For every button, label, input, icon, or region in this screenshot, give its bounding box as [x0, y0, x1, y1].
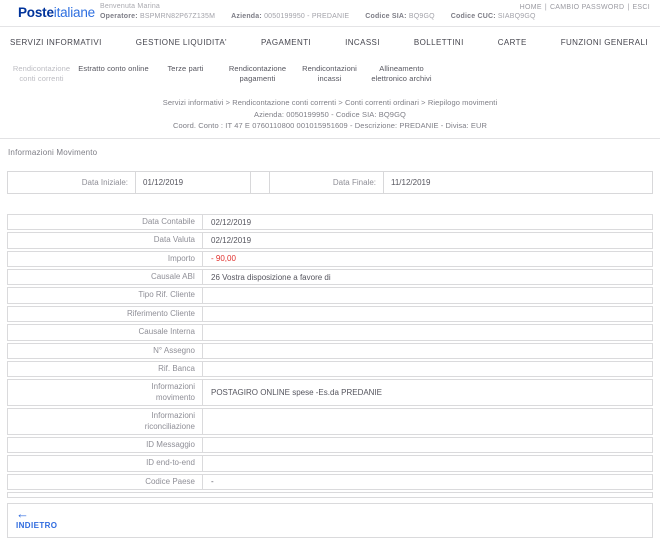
footer-box: ← INDIETRO — [7, 503, 653, 539]
row-label: Tipo Rif. Cliente — [8, 288, 203, 303]
row-label: Rif. Banca — [8, 362, 203, 377]
table-row-importo: Importo - 90,00 — [7, 250, 653, 268]
row-value: 26 Vostra disposizione a favore di — [211, 272, 331, 282]
link-separator: | — [544, 4, 547, 11]
row-label: ID end-to-end — [8, 456, 203, 471]
operator-value: BSPMRN82P67Z135M — [139, 13, 216, 20]
sia-code-value: BQ9GQ — [408, 13, 435, 20]
table-row-id-end-to-end: ID end-to-end — [7, 455, 653, 472]
page-title: Informazioni Movimento — [8, 147, 98, 157]
movement-details-table: Data Contabile 02/12/2019 Data Valuta 02… — [7, 213, 653, 491]
table-row-data-valuta: Data Valuta 02/12/2019 — [7, 232, 653, 249]
main-nav: SERVIZI INFORMATIVI GESTIONE LIQUIDITA' … — [0, 26, 660, 58]
back-button[interactable]: ← INDIETRO — [16, 506, 58, 531]
table-row-causale-abi: Causale ABI 26 Vostra disposizione a fav… — [7, 269, 653, 286]
header-links: HOME | CAMBIO PASSWORD | ESCI — [520, 4, 650, 11]
start-date-label: Data Iniziale: — [8, 171, 136, 193]
account-coordinates-line: Coord. Conto : IT 47 E 0760110800 001015… — [172, 121, 488, 131]
logo-text-light: italiane — [53, 5, 95, 20]
end-date-label: Data Finale: — [270, 171, 384, 193]
link-separator: | — [627, 4, 630, 11]
logout-link[interactable]: ESCI — [632, 4, 650, 11]
table-row-informazioni-riconciliazione: Informazioni riconciliazione — [7, 408, 653, 435]
row-value — [203, 344, 652, 358]
row-value — [203, 409, 652, 434]
nav-item-carte[interactable]: CARTE — [498, 38, 527, 47]
row-value — [203, 325, 652, 339]
nav-item-pagamenti[interactable]: PAGAMENTI — [261, 38, 311, 47]
nav-item-incassi[interactable]: INCASSI — [345, 38, 380, 47]
end-date-value: 11/12/2019 — [391, 177, 431, 187]
back-arrow-icon: ← — [16, 506, 29, 522]
row-value: 02/12/2019 — [211, 235, 252, 245]
table-row-codice-paese: Codice Paese - — [7, 473, 653, 491]
row-label: Informazioni riconciliazione — [8, 409, 203, 434]
operator-field: Operatore: BSPMRN82P67Z135M — [100, 13, 215, 20]
subnav-item-rendicontazione-conti-correnti[interactable]: Rendicontazione conti correnti — [6, 64, 77, 84]
table-row-id-messaggio: ID Messaggio — [7, 436, 653, 454]
subnav-item-rendicontazioni-incassi[interactable]: Rendicontazioni incassi — [294, 64, 365, 84]
row-value — [203, 307, 652, 321]
row-value — [203, 362, 652, 376]
row-value: POSTAGIRO ONLINE spese -Es.da PREDANIE — [211, 388, 383, 398]
date-filter-spacer-cell — [251, 171, 270, 193]
row-label: Data Valuta — [8, 233, 203, 248]
start-date-value: 01/12/2019 — [136, 171, 251, 193]
header: Posteitaliane Benvenuta Marina Operatore… — [0, 0, 660, 26]
row-value — [203, 456, 652, 470]
table-row-tipo-rif-cliente: Tipo Rif. Cliente — [7, 287, 653, 304]
table-row-data-contabile: Data Contabile 02/12/2019 — [7, 213, 653, 231]
company-field: Azienda: 0050199950 - PREDANIE — [231, 13, 349, 20]
change-password-link[interactable]: CAMBIO PASSWORD — [550, 4, 624, 11]
subnav-item-allineamento-elettronico-archivi[interactable]: Allineamento elettronico archivi — [366, 64, 437, 84]
nav-item-funzioni-generali[interactable]: FUNZIONI GENERALI — [561, 38, 648, 47]
nav-item-bollettini[interactable]: BOLLETTINI — [414, 38, 464, 47]
company-value: 0050199950 - PREDANIE — [264, 13, 350, 20]
row-label: Causale Interna — [8, 325, 203, 340]
table-row-riferimento-cliente: Riferimento Cliente — [7, 305, 653, 323]
row-label: Causale ABI — [8, 270, 203, 285]
row-value-negative-amount: - 90,00 — [211, 254, 236, 264]
row-label: Informazioni movimento — [8, 380, 203, 406]
account-summary-line: Azienda: 0050199950 - Codice SIA: BQ9GQ — [254, 109, 406, 119]
table-row-informazioni-movimento: Informazioni movimento POSTAGIRO ONLINE … — [7, 379, 653, 407]
nav-item-gestione-liquidita[interactable]: GESTIONE LIQUIDITA' — [136, 38, 227, 47]
welcome-text: Benvenuta Marina — [100, 3, 161, 10]
row-label: Importo — [8, 251, 203, 267]
sub-nav: Rendicontazione conti correnti Estratto … — [0, 58, 660, 96]
company-label: Azienda: — [231, 13, 262, 20]
row-label: Riferimento Cliente — [8, 306, 203, 322]
row-label: N° Assegno — [8, 343, 203, 358]
row-value: - — [211, 477, 214, 487]
row-label: ID Messaggio — [8, 437, 203, 453]
table-row-causale-interna: Causale Interna — [7, 324, 653, 341]
cuc-code-label: Codice CUC: — [450, 13, 496, 20]
home-link[interactable]: HOME — [520, 4, 542, 11]
subnav-item-terze-parti[interactable]: Terze parti — [150, 64, 221, 74]
cuc-code-value: SIABQ9GQ — [497, 13, 536, 20]
subnav-item-rendicontazione-pagamenti[interactable]: Rendicontazione pagamenti — [222, 64, 293, 84]
posteitaliane-logo[interactable]: Posteitaliane — [18, 5, 95, 20]
nav-item-servizi-informativi[interactable]: SERVIZI INFORMATIVI — [10, 38, 102, 47]
back-button-label: INDIETRO — [16, 521, 58, 531]
header-account-fields: Operatore: BSPMRN82P67Z135M Azienda: 005… — [100, 13, 536, 20]
sia-code-field: Codice SIA: BQ9GQ — [365, 13, 435, 20]
row-label: Codice Paese — [8, 474, 203, 490]
row-label: Data Contabile — [8, 214, 203, 230]
table-row-rif-banca: Rif. Banca — [7, 361, 653, 378]
sia-code-label: Codice SIA: — [365, 13, 407, 20]
breadcrumb: Servizi informativi > Rendicontazione co… — [162, 98, 498, 107]
table-footer-strip — [7, 492, 653, 499]
breadcrumb-block: Servizi informativi > Rendicontazione co… — [0, 96, 660, 139]
cuc-code-field: Codice CUC: SIABQ9GQ — [451, 13, 536, 20]
logo-text-bold: Poste — [18, 5, 54, 20]
row-value — [203, 438, 652, 452]
row-value: 02/12/2019 — [211, 217, 252, 227]
table-row-n-assegno: N° Assegno — [7, 342, 653, 359]
row-value — [203, 288, 652, 302]
subnav-item-estratto-conto-online[interactable]: Estratto conto online — [78, 64, 149, 74]
date-filter-row: Data Iniziale: 01/12/2019 Data Finale: 1… — [7, 170, 653, 194]
operator-label: Operatore: — [100, 13, 138, 20]
